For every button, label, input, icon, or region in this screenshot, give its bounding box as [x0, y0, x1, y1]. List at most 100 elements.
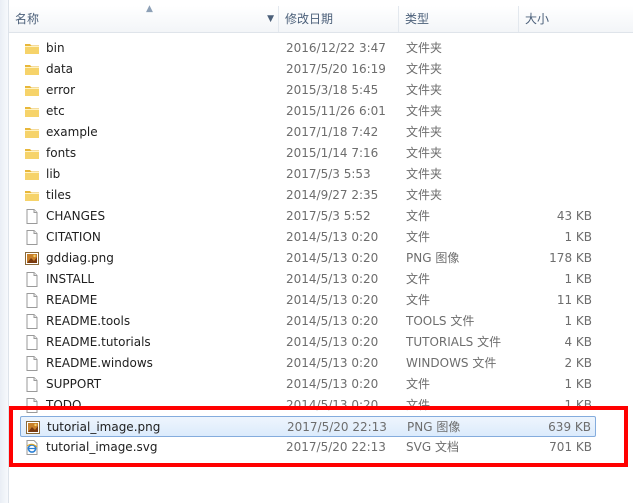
file-name: bin	[46, 41, 65, 55]
file-row[interactable]: README.tutorials 2014/5/13 0:20 TUTORIALS …	[20, 332, 596, 353]
sort-ascending-icon: ▲	[146, 4, 153, 14]
file-icon	[24, 377, 40, 392]
file-name: SUPPORT	[46, 377, 102, 391]
file-date-modified: 2015/3/18 5:45	[286, 83, 379, 97]
column-header-name-label: 名称	[15, 12, 40, 26]
file-type: 文件	[406, 209, 431, 223]
file-date-modified: 2017/5/20 16:19	[286, 62, 386, 76]
file-row[interactable]: error 2015/3/18 5:45 文件夹	[20, 80, 596, 101]
file-type: PNG 图像	[406, 251, 460, 265]
navigation-pane-edge	[0, 0, 9, 503]
file-date-modified: 2014/5/13 0:20	[286, 335, 379, 349]
file-date-modified: 2014/5/13 0:20	[286, 314, 379, 328]
red-highlight-box	[9, 406, 628, 467]
file-row[interactable]: README.windows 2014/5/13 0:20 WINDOWS 文件 2 …	[20, 353, 596, 374]
file-row[interactable]: tiles 2014/9/27 2:35 文件夹	[20, 185, 596, 206]
file-icon	[24, 335, 40, 350]
file-name: example	[46, 125, 98, 139]
folder-icon	[24, 83, 40, 98]
file-name: INSTALL	[46, 272, 95, 286]
column-header-bar: 名称 ▲ ▼ 修改日期 类型 大小	[9, 4, 633, 33]
file-type: 文件夹	[406, 62, 443, 76]
file-date-modified: 2017/1/18 7:42	[286, 125, 379, 139]
column-filter-dropdown-icon[interactable]: ▼	[267, 6, 274, 32]
file-type: 文件	[406, 272, 431, 286]
file-date-modified: 2016/12/22 3:47	[286, 41, 386, 55]
file-date-modified: 2014/5/13 0:20	[286, 293, 379, 307]
file-name: data	[46, 62, 74, 76]
file-date-modified: 2014/5/13 0:20	[286, 356, 379, 370]
column-header-size[interactable]: 大小	[519, 6, 633, 32]
file-size: 43 KB	[556, 209, 592, 223]
file-date-modified: 2014/5/13 0:20	[286, 377, 379, 391]
file-name: error	[46, 83, 76, 97]
column-header-type-label: 类型	[405, 12, 430, 26]
file-size: 178 KB	[549, 251, 592, 265]
file-name: README	[46, 293, 98, 307]
file-row[interactable]: README 2014/5/13 0:20 文件 11 KB	[20, 290, 596, 311]
folder-icon	[24, 125, 40, 140]
file-row[interactable]: CHANGES 2017/5/3 5:52 文件 43 KB	[20, 206, 596, 227]
file-row[interactable]: CITATION 2014/5/13 0:20 文件 1 KB	[20, 227, 596, 248]
file-row[interactable]: lib 2017/5/3 5:53 文件夹	[20, 164, 596, 185]
folder-icon	[24, 146, 40, 161]
column-header-name[interactable]: 名称 ▲ ▼	[9, 4, 279, 32]
file-type: 文件夹	[406, 83, 443, 97]
file-name: etc	[46, 104, 65, 118]
file-name: lib	[46, 167, 61, 181]
file-type: 文件夹	[406, 188, 443, 202]
file-name: tiles	[46, 188, 72, 202]
file-type: TOOLS 文件	[406, 314, 475, 328]
file-name: gddiag.png	[46, 251, 114, 265]
image-icon	[24, 251, 40, 266]
column-header-date[interactable]: 修改日期	[279, 6, 399, 32]
file-icon	[24, 230, 40, 245]
file-row[interactable]: etc 2015/11/26 6:01 文件夹	[20, 101, 596, 122]
file-size: 11 KB	[556, 293, 592, 307]
file-name: fonts	[46, 146, 77, 160]
file-type: 文件夹	[406, 125, 443, 139]
file-type: 文件夹	[406, 167, 443, 181]
folder-icon	[24, 188, 40, 203]
file-row[interactable]: example 2017/1/18 7:42 文件夹	[20, 122, 596, 143]
file-date-modified: 2014/5/13 0:20	[286, 251, 379, 265]
file-icon	[24, 209, 40, 224]
file-type: 文件	[406, 377, 431, 391]
folder-icon	[24, 167, 40, 182]
folder-icon	[24, 104, 40, 119]
file-size: 1 KB	[564, 314, 592, 328]
file-size: 2 KB	[564, 356, 592, 370]
file-icon	[24, 272, 40, 287]
file-row[interactable]: README.tools 2014/5/13 0:20 TOOLS 文件 1 KB	[20, 311, 596, 332]
file-date-modified: 2017/5/3 5:53	[286, 167, 371, 181]
file-size: 1 KB	[564, 377, 592, 391]
file-row[interactable]: INSTALL 2014/5/13 0:20 文件 1 KB	[20, 269, 596, 290]
file-row[interactable]: gddiag.png 2014/5/13 0:20 PNG 图像 178 KB	[20, 248, 596, 269]
file-type: 文件夹	[406, 41, 443, 55]
file-name: README.tutorials	[46, 335, 151, 349]
file-type: WINDOWS 文件	[406, 356, 497, 370]
file-icon	[24, 356, 40, 371]
folder-icon	[24, 41, 40, 56]
file-date-modified: 2015/1/14 7:16	[286, 146, 379, 160]
file-size: 1 KB	[564, 230, 592, 244]
file-name: README.windows	[46, 356, 153, 370]
file-type: TUTORIALS 文件	[406, 335, 502, 349]
file-type: 文件夹	[406, 104, 443, 118]
file-size: 4 KB	[564, 335, 592, 349]
column-header-date-label: 修改日期	[285, 12, 334, 26]
file-date-modified: 2014/5/13 0:20	[286, 272, 379, 286]
file-row[interactable]: fonts 2015/1/14 7:16 文件夹	[20, 143, 596, 164]
file-type: 文件夹	[406, 146, 443, 160]
file-row[interactable]: bin 2016/12/22 3:47 文件夹	[20, 38, 596, 59]
file-date-modified: 2014/5/13 0:20	[286, 230, 379, 244]
column-header-type[interactable]: 类型	[399, 6, 519, 32]
file-name: CITATION	[46, 230, 101, 244]
file-size: 1 KB	[564, 272, 592, 286]
file-type: 文件	[406, 293, 431, 307]
file-name: README.tools	[46, 314, 131, 328]
file-icon	[24, 293, 40, 308]
file-row[interactable]: data 2017/5/20 16:19 文件夹	[20, 59, 596, 80]
folder-icon	[24, 62, 40, 77]
file-row[interactable]: SUPPORT 2014/5/13 0:20 文件 1 KB	[20, 374, 596, 395]
